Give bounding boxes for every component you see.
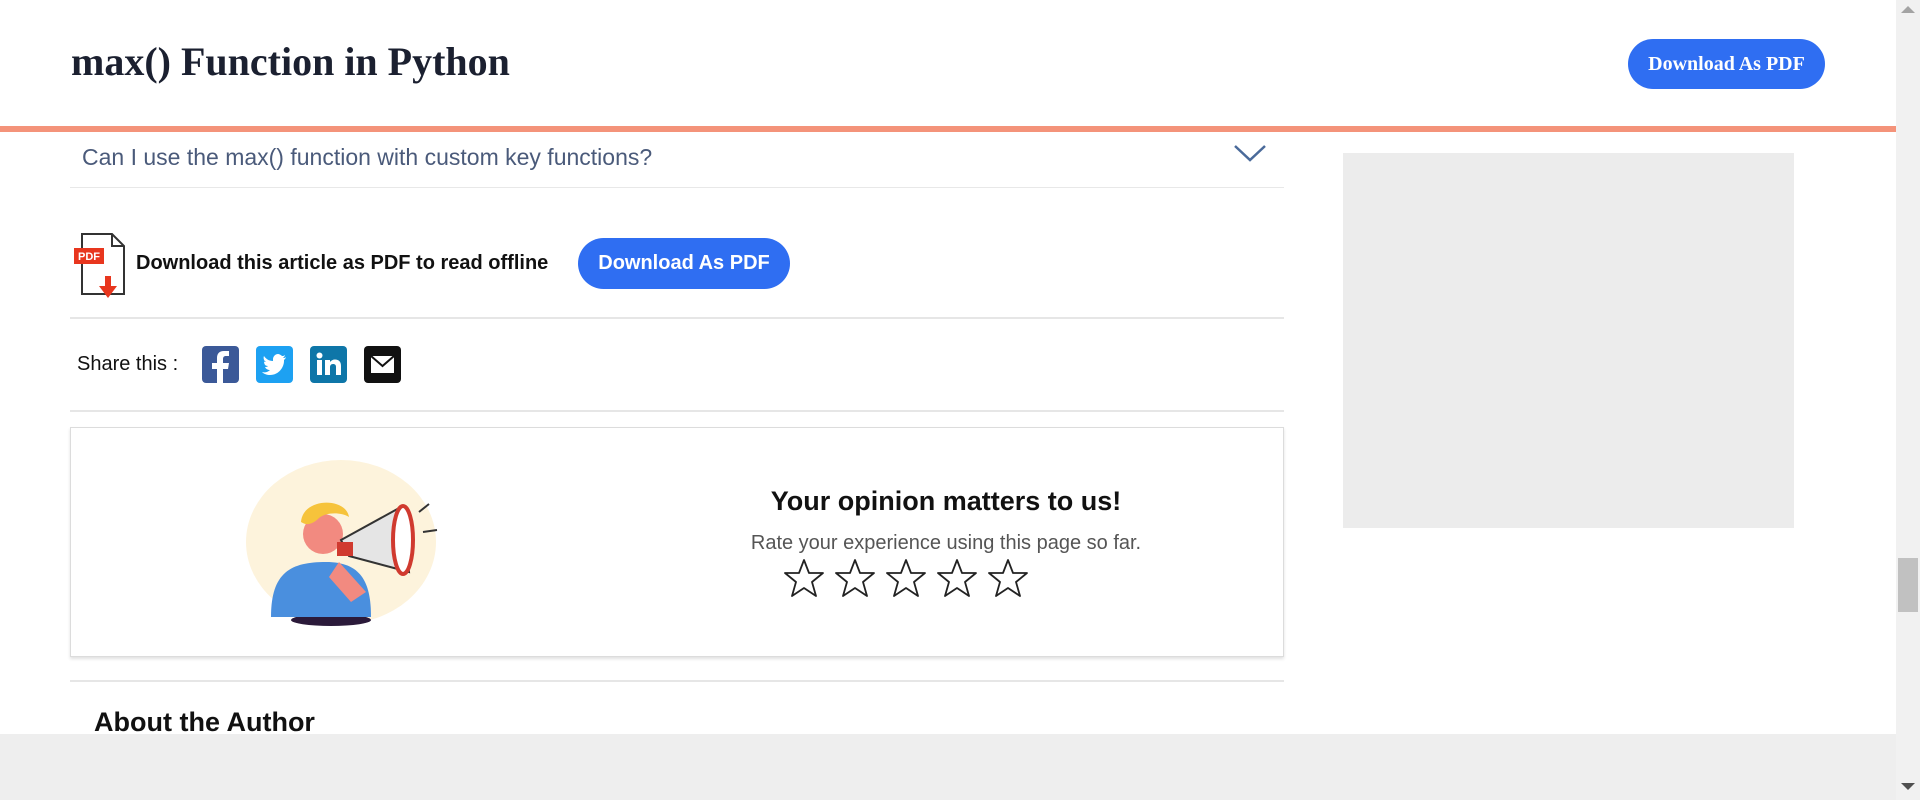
facebook-icon[interactable]	[202, 346, 239, 383]
pdf-download-text: Download this article as PDF to read off…	[136, 252, 549, 274]
site-header: max() Function in Python Download As PDF	[0, 0, 1896, 132]
pdf-download-section: PDF Download this article as PDF to read…	[70, 188, 1284, 319]
download-pdf-button[interactable]: Download As PDF	[578, 238, 790, 289]
chevron-down-icon[interactable]	[1233, 142, 1267, 169]
rating-subtitle: Rate your experience using this page so …	[750, 532, 1142, 554]
rating-title: Your opinion matters to us!	[770, 486, 1122, 516]
pdf-file-icon: PDF	[72, 232, 128, 305]
star-icon-4[interactable]	[937, 558, 977, 598]
header-download-pdf-button[interactable]: Download As PDF	[1628, 39, 1825, 89]
star-rating	[784, 558, 1028, 598]
page-title: max() Function in Python	[71, 39, 510, 84]
share-label: Share this :	[77, 353, 179, 375]
bottom-bar	[0, 734, 1896, 800]
linkedin-icon[interactable]	[310, 346, 347, 383]
email-icon[interactable]	[364, 346, 401, 383]
scroll-up-arrow-icon[interactable]	[1901, 6, 1915, 13]
star-icon-1[interactable]	[784, 558, 824, 598]
star-icon-2[interactable]	[835, 558, 875, 598]
scroll-down-arrow-icon[interactable]	[1901, 783, 1915, 790]
ad-placeholder	[1343, 153, 1794, 528]
pdf-icon-text: PDF	[78, 251, 100, 263]
twitter-icon[interactable]	[256, 346, 293, 383]
share-section: Share this :	[70, 319, 1284, 412]
rating-card: Your opinion matters to us! Rate your ex…	[70, 427, 1284, 657]
scrollbar-track[interactable]	[1896, 0, 1920, 800]
section-divider	[70, 680, 1284, 682]
star-icon-3[interactable]	[886, 558, 926, 598]
faq-question: Can I use the max() function with custom…	[82, 144, 653, 170]
faq-item[interactable]: Can I use the max() function with custom…	[70, 132, 1284, 188]
scrollbar-thumb[interactable]	[1898, 558, 1918, 612]
page: max() Function in Python Download As PDF…	[0, 0, 1920, 800]
star-icon-5[interactable]	[988, 558, 1028, 598]
